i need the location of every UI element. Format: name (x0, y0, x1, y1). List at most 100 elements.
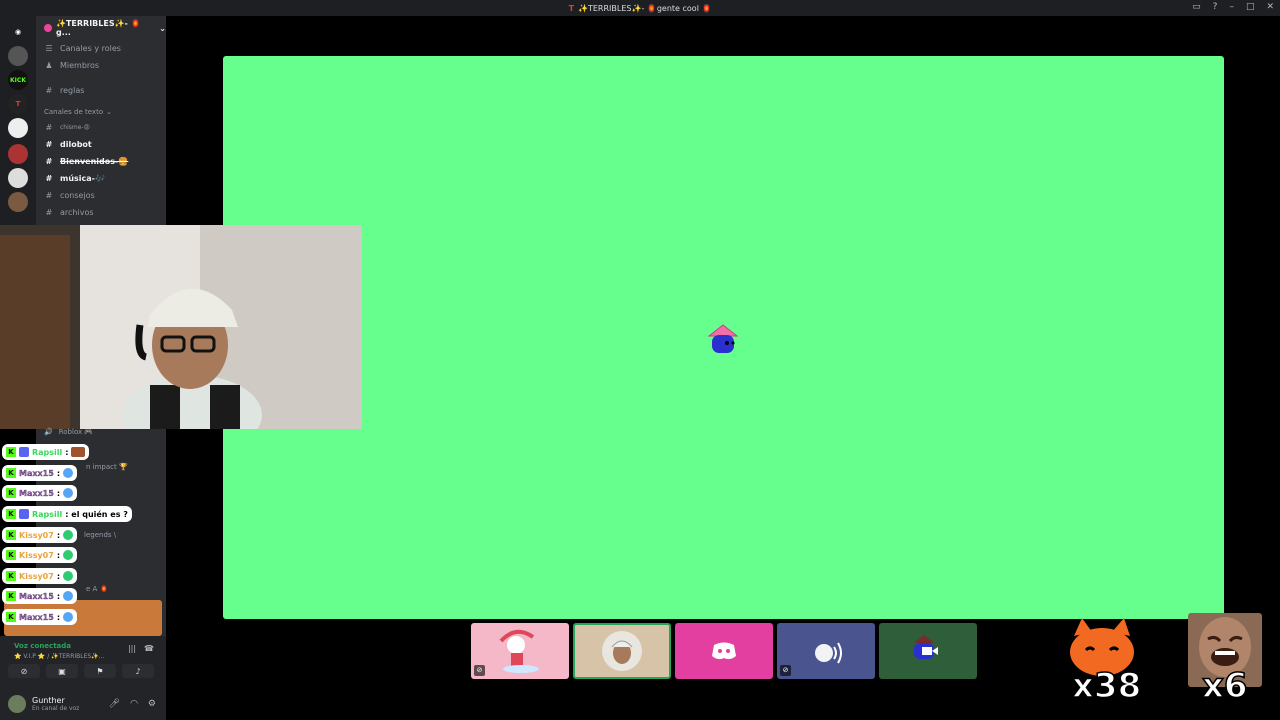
disconnect-icon[interactable]: ☎ (144, 644, 154, 653)
headphones-icon[interactable]: ◠ (130, 699, 138, 709)
mute-icon: ⊘ (474, 665, 485, 676)
kick-badge-icon: K (6, 571, 16, 581)
window-title: ✨TERRIBLES✨- 🏮gente cool 🏮 (578, 3, 712, 13)
server-icon[interactable] (8, 46, 28, 66)
channel-label: Bienvenidos-🍔 (60, 157, 129, 166)
kick-badge-icon: K (6, 509, 16, 519)
server-name: ✨TERRIBLES✨- 🏮g... (55, 19, 141, 37)
game-character-icon (707, 324, 739, 353)
channel-item[interactable]: # archivos (36, 204, 166, 221)
nav-label: Canales y roles (60, 44, 121, 53)
user-panel: Gunther En canal de voz 🎤︎ ◠ ⚙ (0, 688, 166, 720)
category-text-channels[interactable]: Canales de texto ⌄ (36, 105, 166, 119)
server-icon[interactable] (8, 118, 28, 138)
user-controls: 🎤︎ ◠ ⚙ (109, 699, 156, 709)
participant-avatar (602, 631, 642, 671)
chat-message: K Kissy07 : (2, 527, 78, 543)
voice-channel-label: Roblox 🎮 (58, 428, 94, 436)
hash-icon: # (45, 174, 53, 183)
participant-tile[interactable] (675, 623, 773, 679)
nav-members[interactable]: ♟ Miembros (36, 57, 166, 74)
channel-reglas[interactable]: # reglas (36, 82, 166, 99)
channels-icon: ☰ (45, 44, 53, 53)
streamer-avatar (122, 288, 262, 429)
discord-home-icon[interactable]: ◉ (8, 22, 28, 42)
kick-server-icon[interactable]: KICK (8, 70, 28, 90)
chat-message: K Rapsill : (2, 444, 90, 460)
chat-message: K Maxx15 : (2, 588, 78, 604)
soundboard-button[interactable]: ♪ (122, 664, 154, 678)
voice-status-title: Voz conectada (14, 642, 71, 650)
category-label: Canales de texto (44, 108, 104, 116)
screen-share-button[interactable]: ▣ (46, 664, 78, 678)
window-controls: ▭ ? – □ ✕ (1192, 2, 1274, 12)
channel-label: archivos (60, 208, 94, 217)
voice-channel-roblox[interactable]: 🔊 Roblox 🎮 (44, 428, 93, 436)
chat-message: K Maxx15 : (2, 465, 78, 481)
server-icon[interactable] (8, 144, 28, 164)
microphone-icon[interactable]: 🎤︎ (109, 699, 120, 709)
gear-icon[interactable]: ⚙ (148, 699, 156, 709)
participant-tile[interactable] (879, 623, 977, 679)
nav-channels-roles[interactable]: ☰ Canales y roles (36, 40, 166, 57)
chat-username: Maxx15 (19, 591, 54, 601)
emote-icon (63, 488, 74, 498)
noise-suppression-icon[interactable]: ||| (128, 644, 136, 653)
chat-username: Rapsill (32, 447, 63, 457)
participant-tile[interactable]: ⊘ (471, 623, 569, 679)
kick-badge-icon: K (6, 591, 16, 601)
kick-badge-icon: K (6, 488, 16, 498)
chevron-down-icon: ⌄ (106, 108, 112, 116)
sub-badge-icon (19, 447, 29, 457)
channel-item[interactable]: # dilobot (36, 136, 166, 153)
speaker-icon: 🔊 (44, 428, 53, 436)
chat-username: Kissy07 (19, 530, 54, 540)
hash-icon: # (45, 140, 53, 149)
hash-icon: # (45, 191, 53, 200)
camera-off-button[interactable]: ⊘ (8, 664, 40, 678)
chat-username: Kissy07 (19, 571, 54, 581)
minimize-button[interactable]: – (1229, 2, 1234, 12)
emote-icon (63, 612, 74, 622)
server-list: ◉ KICK T (0, 16, 36, 226)
terribles-server-icon[interactable]: T (8, 94, 28, 114)
participant-tile[interactable]: ⊘ (777, 623, 875, 679)
chat-text: : (56, 530, 61, 540)
app-logo-icon: T (568, 3, 575, 13)
kick-badge-icon: K (6, 550, 16, 560)
chat-text: : (56, 591, 61, 601)
discord-logo-icon (712, 642, 736, 660)
participant-avatar (499, 629, 539, 673)
help-icon[interactable]: ? (1213, 2, 1218, 12)
chat-username: Maxx15 (19, 488, 54, 498)
chat-message: K Rapsill : el quién es ? (2, 506, 132, 522)
close-button[interactable]: ✕ (1266, 2, 1274, 12)
server-icon[interactable] (8, 192, 28, 212)
chat-username: Kissy07 (19, 550, 54, 560)
chat-username: Maxx15 (19, 468, 54, 478)
channel-label: chisme-😡 (60, 124, 90, 131)
avatar[interactable] (8, 695, 26, 713)
activities-button[interactable]: ⚑ (84, 664, 116, 678)
hash-icon: # (45, 86, 53, 95)
channel-item[interactable]: # música-🎶 (36, 170, 166, 187)
participant-tile-speaking[interactable] (573, 623, 671, 679)
server-icon[interactable] (8, 168, 28, 188)
emote-icon (63, 468, 74, 478)
members-icon: ♟ (45, 61, 53, 70)
hash-icon: # (45, 123, 53, 132)
inbox-icon[interactable]: ▭ (1192, 2, 1201, 12)
kick-badge-icon: K (6, 612, 16, 622)
server-header[interactable]: ✨TERRIBLES✨- 🏮g... ⌄ (36, 16, 166, 40)
channel-item[interactable]: # chisme-😡 (36, 119, 166, 136)
sub-badge-icon (19, 509, 29, 519)
hidden-channel-text: n impact 🏆 (86, 463, 128, 471)
chat-text: : el quién es ? (65, 509, 128, 519)
maximize-button[interactable]: □ (1246, 2, 1255, 12)
voice-status[interactable]: Voz conectada ⭐ V.I.P ⭐ / ✨TERRIBLES✨... (14, 642, 104, 660)
user-status: En canal de voz (32, 705, 80, 712)
channel-item[interactable]: # Bienvenidos-🍔 (36, 153, 166, 170)
channel-item[interactable]: # consejos (36, 187, 166, 204)
hidden-channel-text: legends \ (84, 531, 117, 539)
chat-text: : (56, 571, 61, 581)
